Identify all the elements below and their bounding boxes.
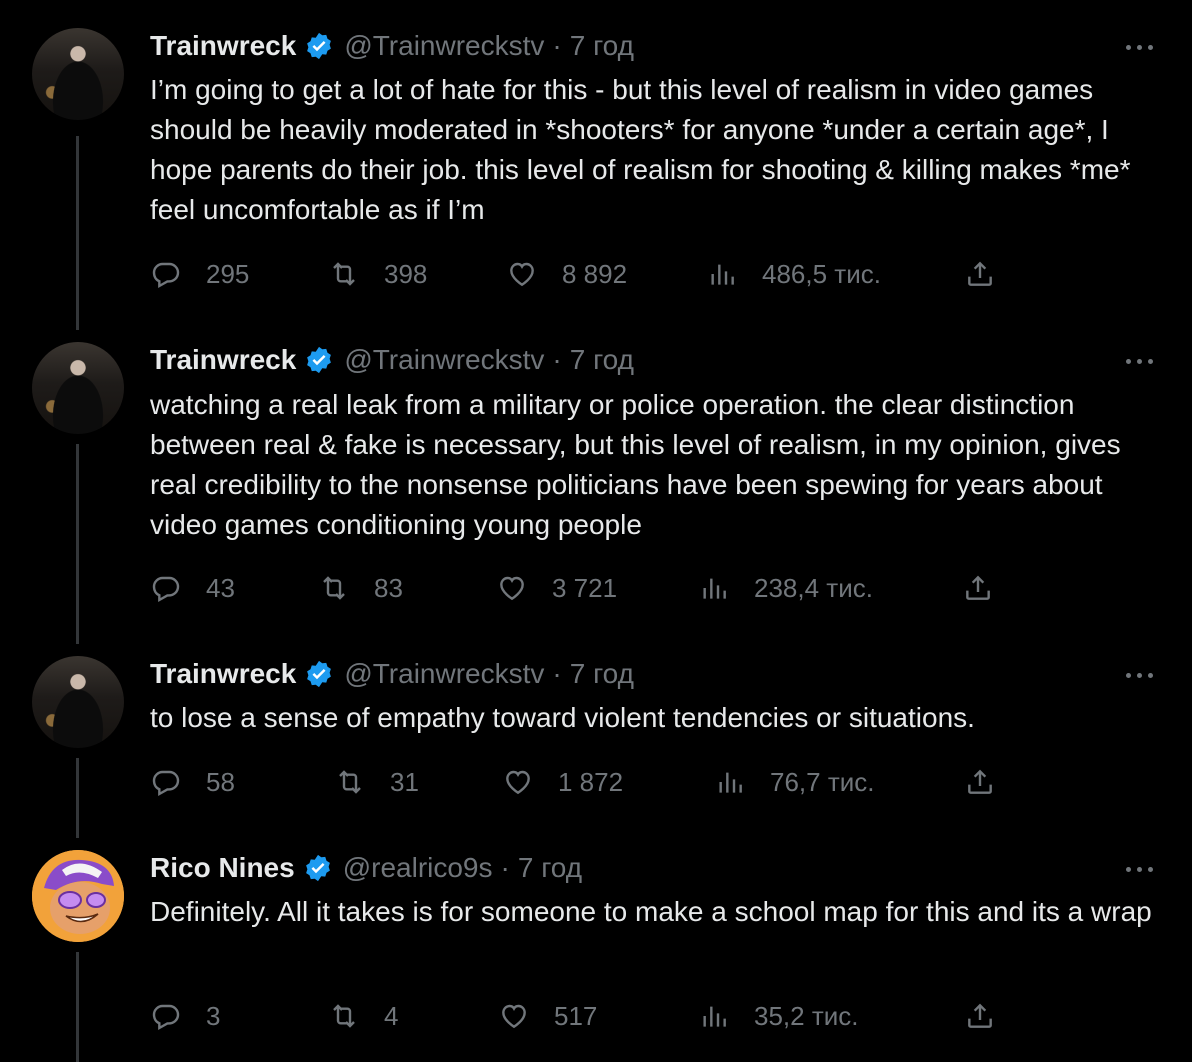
share-button[interactable] <box>964 258 996 290</box>
reply-button[interactable]: 3 <box>150 1000 220 1032</box>
share-icon <box>968 1003 992 1028</box>
like-button[interactable]: 517 <box>498 1000 597 1032</box>
tweet[interactable]: Rico Nines @realrico9s · 7 год Definitel… <box>0 830 1192 1062</box>
more-icon[interactable] <box>1126 356 1158 366</box>
retweet-button[interactable]: 398 <box>328 258 427 290</box>
author-name[interactable]: Trainwreck <box>150 30 296 62</box>
share-icon <box>968 261 992 286</box>
author-handle[interactable]: @realrico9s <box>343 852 493 884</box>
like-button[interactable]: 3 721 <box>496 572 617 604</box>
more-icon[interactable] <box>1126 42 1158 52</box>
author-handle[interactable]: @Trainwreckstv <box>344 658 544 690</box>
tweet[interactable]: Trainwreck @Trainwreckstv · 7 год to los… <box>0 634 1192 830</box>
like-count: 3 721 <box>552 572 618 603</box>
more-icon[interactable] <box>1126 864 1158 874</box>
reply-icon <box>152 262 180 289</box>
retweet-count: 398 <box>384 258 428 289</box>
heart-icon <box>510 262 534 287</box>
heart-icon <box>500 576 524 601</box>
separator-dot: · <box>552 344 562 375</box>
views-button[interactable]: 486,5 тис. <box>706 258 881 290</box>
views-button[interactable]: 35,2 тис. <box>698 1000 858 1032</box>
retweet-count: 83 <box>374 572 403 603</box>
retweet-button[interactable]: 83 <box>318 572 403 604</box>
like-button[interactable]: 1 872 <box>502 766 623 798</box>
reply-count: 43 <box>206 572 235 603</box>
reply-button[interactable]: 43 <box>150 572 235 604</box>
reply-count: 58 <box>206 766 235 797</box>
separator-dot: · <box>552 658 562 689</box>
views-icon <box>711 264 734 285</box>
views-button[interactable]: 238,4 тис. <box>698 572 873 604</box>
separator-dot: · <box>552 30 562 61</box>
like-count: 517 <box>554 1000 598 1031</box>
reply-icon <box>152 770 180 797</box>
author-name[interactable]: Trainwreck <box>150 658 296 690</box>
tweet-text: Definitely. All it takes is for someone … <box>150 896 1152 927</box>
views-count: 35,2 тис. <box>754 1000 859 1031</box>
author-handle[interactable]: @Trainwreckstv <box>344 344 544 376</box>
timestamp[interactable]: 7 год <box>570 658 634 690</box>
avatar[interactable] <box>32 850 124 942</box>
avatar[interactable] <box>32 342 124 434</box>
like-count: 8 892 <box>562 258 628 289</box>
tweet-text: I’m going to get a lot of hate for this … <box>150 74 1131 225</box>
retweet-icon <box>333 262 355 286</box>
reply-count: 295 <box>206 258 250 289</box>
tweet-header: Trainwreck @Trainwreckstv · 7 год <box>150 26 634 66</box>
tweet-header: Rico Nines @realrico9s · 7 год <box>150 848 582 888</box>
verified-badge-icon <box>307 32 332 60</box>
retweet-icon <box>333 1004 355 1028</box>
share-button[interactable] <box>962 572 994 604</box>
retweet-icon <box>339 770 361 794</box>
timestamp[interactable]: 7 год <box>518 852 582 884</box>
tweet-text: to lose a sense of empathy toward violen… <box>150 702 975 733</box>
avatar[interactable] <box>32 28 124 120</box>
views-count: 238,4 тис. <box>754 572 873 603</box>
views-count: 76,7 тис. <box>770 766 875 797</box>
reply-button[interactable]: 58 <box>150 766 235 798</box>
views-icon <box>703 578 726 599</box>
retweet-button[interactable]: 31 <box>334 766 419 798</box>
author-name[interactable]: Rico Nines <box>150 852 295 884</box>
tweet[interactable]: Trainwreck @Trainwreckstv · 7 год watchi… <box>0 320 1192 634</box>
timestamp[interactable]: 7 год <box>570 344 634 376</box>
tweet[interactable]: Trainwreck @Trainwreckstv · 7 год I’m go… <box>0 0 1192 320</box>
tweet-header: Trainwreck @Trainwreckstv · 7 год <box>150 340 634 380</box>
like-button[interactable]: 8 892 <box>506 258 627 290</box>
heart-icon <box>506 770 530 795</box>
share-button[interactable] <box>964 766 996 798</box>
avatar[interactable] <box>32 656 124 748</box>
retweet-icon <box>323 576 345 600</box>
heart-icon <box>502 1004 526 1029</box>
tweet-header: Trainwreck @Trainwreckstv · 7 год <box>150 654 634 694</box>
reply-count: 3 <box>206 1000 221 1031</box>
verified-badge-icon <box>307 660 332 688</box>
share-icon <box>966 575 990 600</box>
timestamp[interactable]: 7 год <box>570 30 634 62</box>
more-icon[interactable] <box>1126 670 1158 680</box>
verified-badge-icon <box>305 854 330 882</box>
retweet-count: 31 <box>390 766 419 797</box>
reply-icon <box>152 1004 180 1031</box>
author-handle[interactable]: @Trainwreckstv <box>344 30 544 62</box>
views-count: 486,5 тис. <box>762 258 881 289</box>
like-count: 1 872 <box>558 766 624 797</box>
separator-dot: · <box>500 852 510 883</box>
author-name[interactable]: Trainwreck <box>150 344 296 376</box>
views-icon <box>719 772 742 793</box>
views-icon <box>703 1006 726 1027</box>
views-button[interactable]: 76,7 тис. <box>714 766 874 798</box>
reply-icon <box>152 576 180 603</box>
tweet-text: watching a real leak from a military or … <box>150 389 1121 540</box>
retweet-count: 4 <box>384 1000 399 1031</box>
share-icon <box>968 769 992 794</box>
verified-badge-icon <box>307 346 332 374</box>
retweet-button[interactable]: 4 <box>328 1000 398 1032</box>
reply-button[interactable]: 295 <box>150 258 249 290</box>
share-button[interactable] <box>964 1000 996 1032</box>
cartoon-avatar-icon <box>32 850 124 942</box>
